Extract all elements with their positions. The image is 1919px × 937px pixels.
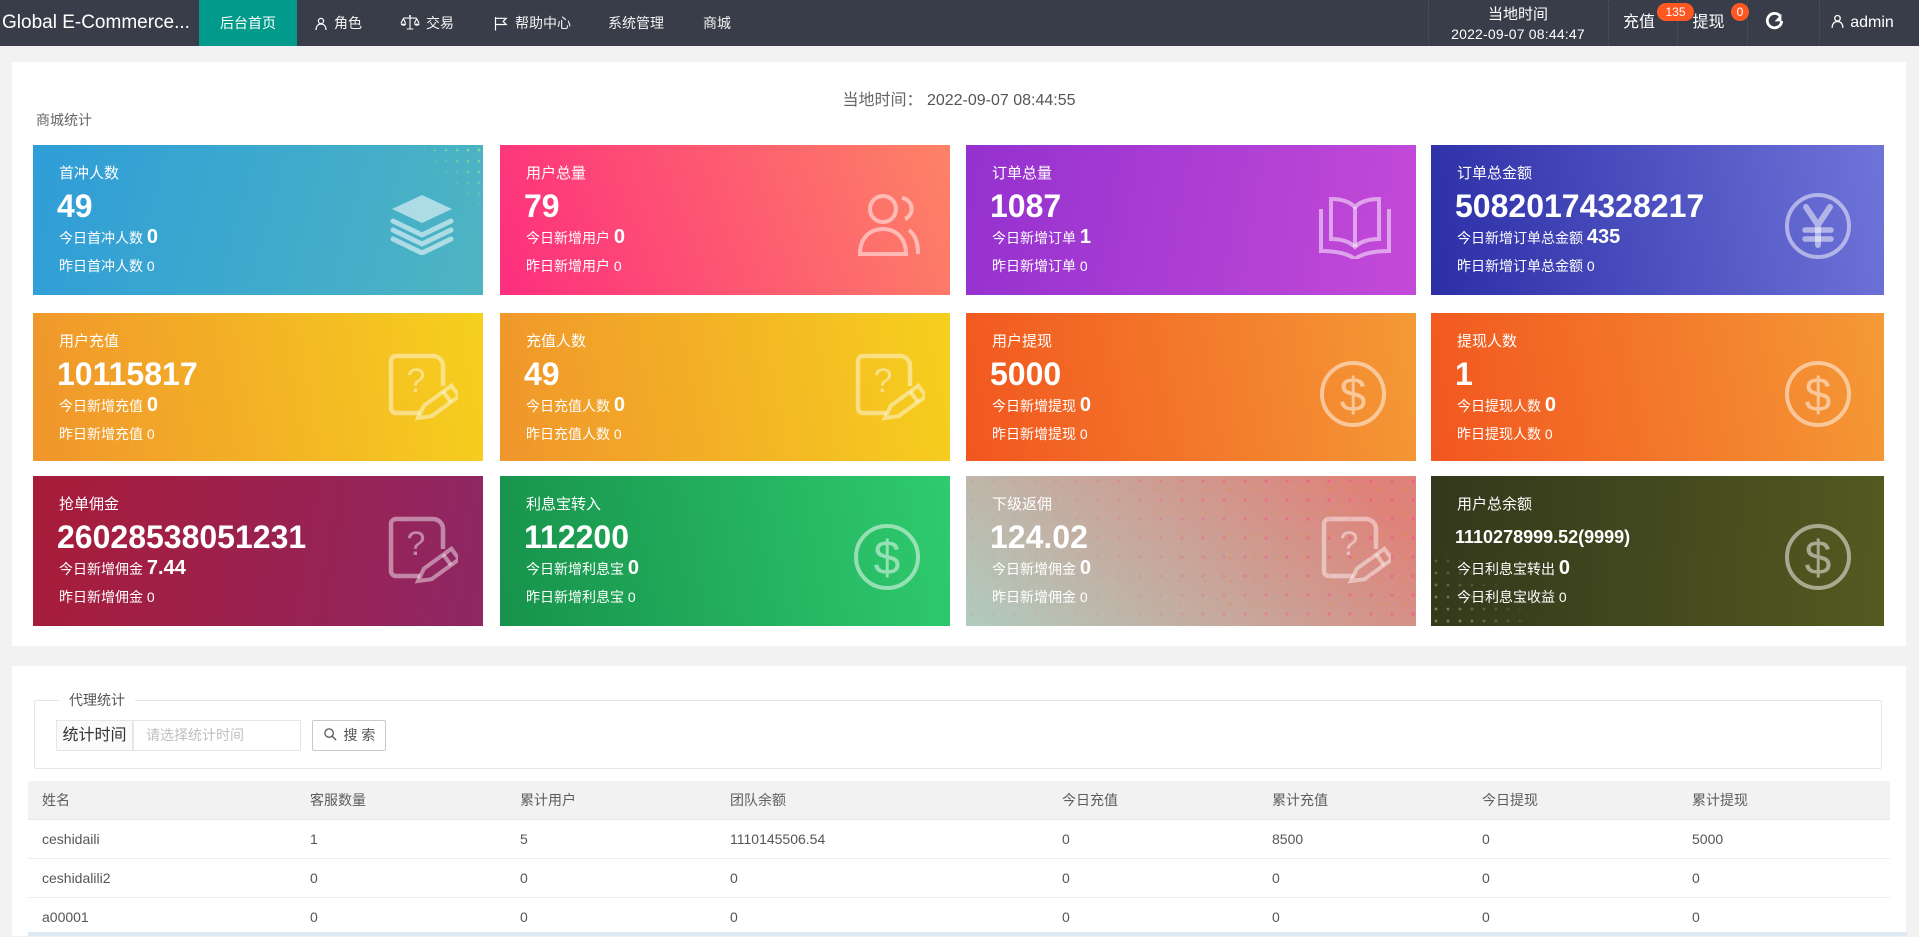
svg-text:$: $: [1340, 369, 1367, 422]
svg-text:?: ?: [407, 362, 426, 400]
svg-text:?: ?: [874, 362, 893, 400]
svg-text:?: ?: [1340, 525, 1359, 563]
svg-text:$: $: [1805, 369, 1832, 422]
svg-text:$: $: [1805, 532, 1832, 585]
svg-text:?: ?: [407, 525, 426, 563]
svg-text:$: $: [874, 532, 901, 585]
